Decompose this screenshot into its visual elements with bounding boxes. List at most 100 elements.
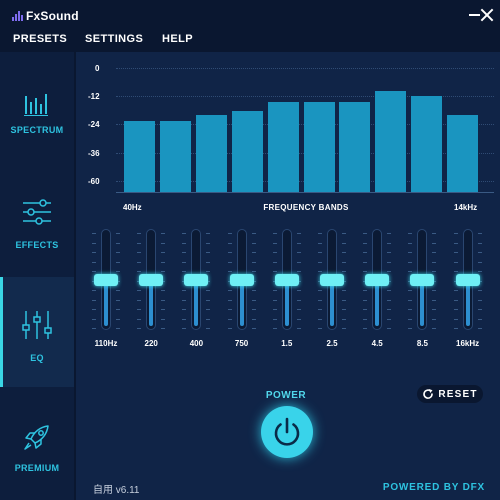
slider-fill [420, 279, 425, 326]
spectrum-bar [124, 120, 155, 192]
slider-tick [92, 261, 96, 263]
slider-tick [318, 290, 322, 291]
slider-tick [92, 290, 96, 291]
slider-tick [116, 261, 120, 263]
reset-button[interactable]: RESET [417, 385, 483, 403]
slider-tick [251, 271, 256, 272]
slider-thumb[interactable] [410, 273, 435, 286]
slider-tick [363, 328, 368, 329]
slider-tick [453, 328, 458, 329]
slider-tick [453, 318, 458, 320]
spectrum-display: 0 -12 -24 -36 -60 40Hz FREQUENCY BANDS 1… [76, 52, 500, 222]
eq-band-label: 16kHz [456, 339, 480, 348]
sidebar-label-premium: PREMIUM [14, 463, 60, 473]
slider-tick [116, 299, 120, 301]
eq-slider[interactable]: 4.5 [363, 227, 392, 348]
slider-thumb[interactable] [184, 273, 209, 286]
menu-presets[interactable]: PRESETS [13, 33, 67, 45]
slider-tick [453, 271, 458, 272]
minimize-icon[interactable] [469, 14, 480, 16]
freq-low-label: 40Hz [123, 203, 142, 212]
power-icon [274, 417, 300, 446]
slider-thumb[interactable] [365, 273, 390, 286]
eq-slider[interactable]: 400 [182, 227, 211, 348]
slider-tick [227, 309, 232, 310]
eq-band-label: 220 [144, 339, 158, 348]
slider-tick [116, 242, 120, 244]
slider-tick [432, 290, 437, 291]
eq-slider[interactable]: 750 [227, 227, 256, 348]
slider-tick [182, 271, 187, 272]
slider-tick [387, 290, 392, 291]
slider-tick [296, 252, 301, 253]
slider-tick [137, 318, 142, 320]
menu-help[interactable]: HELP [162, 33, 193, 45]
slider-tick [182, 299, 187, 301]
slider-tick [408, 271, 413, 272]
eq-band-label: 1.5 [281, 339, 293, 348]
slider-tick [387, 299, 392, 301]
slider-thumb[interactable] [94, 273, 118, 286]
sidebar: SPECTRUM EFFECTS EQ PREMIUM [0, 52, 74, 500]
eq-slider[interactable]: 2.5 [318, 227, 346, 348]
close-icon[interactable] [480, 8, 494, 22]
slider-tick [116, 252, 120, 253]
eq-slider[interactable]: 110Hz [92, 227, 120, 348]
slider-tick [92, 328, 96, 329]
slider-thumb[interactable] [320, 273, 344, 286]
eq-slider[interactable]: 16kHz [453, 227, 482, 348]
eq-slider[interactable]: 8.5 [408, 227, 437, 348]
slider-fill [149, 279, 154, 326]
slider-tick [251, 318, 256, 320]
slider-tick [206, 242, 211, 244]
slider-tick [318, 242, 322, 244]
equalizer-bars-icon [12, 11, 24, 21]
slider-tick [318, 261, 322, 263]
spectrum-bar [303, 101, 335, 192]
title-bar: FxSound [0, 0, 500, 30]
power-button[interactable] [261, 406, 313, 458]
sidebar-item-premium[interactable]: PREMIUM [0, 390, 74, 500]
slider-tick [227, 233, 232, 234]
slider-tick [272, 328, 277, 329]
slider-tick [342, 261, 346, 263]
eq-band-label: 8.5 [416, 339, 428, 348]
slider-tick [161, 290, 166, 291]
refresh-icon [423, 389, 434, 399]
slider-thumb[interactable] [455, 273, 480, 286]
slider-tick [363, 309, 368, 310]
sidebar-item-eq[interactable]: EQ [0, 277, 74, 387]
slider-thumb[interactable] [274, 273, 299, 286]
menu-settings[interactable]: SETTINGS [85, 33, 143, 45]
slider-tick [137, 271, 142, 272]
slider-tick [477, 252, 482, 253]
eq-slider[interactable]: 220 [137, 227, 166, 348]
slider-tick [161, 318, 166, 320]
slider-thumb[interactable] [229, 273, 254, 286]
slider-fill [239, 279, 244, 326]
slider-tick [182, 261, 187, 263]
eq-slider[interactable]: 1.5 [272, 227, 301, 348]
slider-thumb[interactable] [139, 273, 164, 286]
sidebar-item-spectrum[interactable]: SPECTRUM [0, 52, 74, 162]
sidebar-item-effects[interactable]: EFFECTS [0, 164, 74, 274]
slider-tick [387, 252, 392, 253]
slider-tick [227, 318, 232, 320]
slider-tick [251, 328, 256, 329]
slider-tick [318, 318, 322, 320]
slider-tick [272, 252, 277, 253]
slider-tick [342, 328, 346, 329]
slider-tick [453, 309, 458, 310]
slider-tick [116, 271, 120, 272]
slider-tick [408, 242, 413, 244]
slider-tick [92, 271, 96, 272]
slider-tick [251, 252, 256, 253]
slider-tick [318, 309, 322, 310]
slider-tick [116, 328, 120, 329]
slider-tick [227, 242, 232, 244]
slider-tick [318, 252, 322, 253]
slider-tick [116, 318, 120, 320]
eq-band-label: 750 [234, 339, 249, 348]
eq-band-label: 110Hz [94, 339, 118, 348]
sidebar-label-eq: EQ [30, 353, 44, 363]
